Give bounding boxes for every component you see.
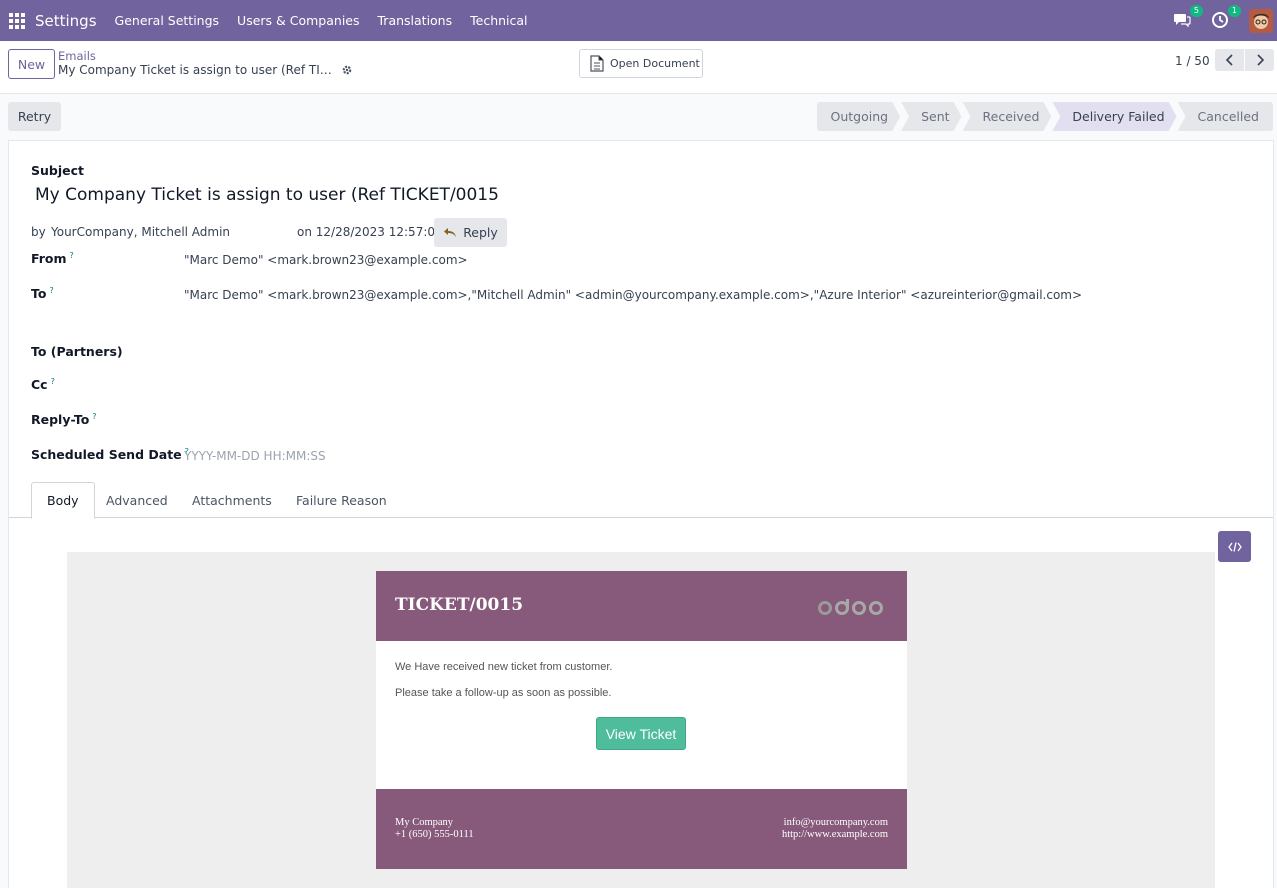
code-icon: [1227, 541, 1242, 552]
chevron-left-icon: [1225, 54, 1233, 66]
retry-button[interactable]: Retry: [8, 102, 61, 131]
new-button[interactable]: New: [8, 49, 55, 79]
form-sheet: Subject My Company Ticket is assign to u…: [8, 140, 1274, 888]
reply-to-label: Reply-To?: [31, 412, 97, 427]
menu-translations[interactable]: Translations: [378, 13, 453, 28]
view-ticket-button[interactable]: View Ticket: [596, 717, 686, 750]
stage-outgoing[interactable]: Outgoing: [817, 102, 901, 131]
open-document-label: Open Document: [610, 57, 700, 70]
pager-previous-button[interactable]: [1215, 49, 1244, 71]
scheduled-send-date-input[interactable]: YYYY-MM-DD HH:MM:SS: [184, 449, 326, 463]
email-company-email[interactable]: info@yourcompany.com: [782, 817, 888, 829]
breadcrumb-current-record: My Company Ticket is assign to user (Ref…: [58, 63, 338, 77]
user-avatar[interactable]: [1249, 8, 1273, 33]
gear-icon[interactable]: [341, 64, 353, 76]
reply-to-label-text: Reply-To: [31, 412, 90, 428]
scheduled-send-date-label: Scheduled Send Date?: [31, 447, 189, 462]
stage-received[interactable]: Received: [963, 102, 1052, 131]
author-field[interactable]: YourCompany, Mitchell Admin: [51, 225, 230, 239]
notebook-tabs: Body Advanced Attachments Failure Reason: [9, 482, 1273, 519]
email-line-2: Please take a follow-up as soon as possi…: [395, 687, 612, 699]
email-body-preview: TICKET/0015 We Have received new ticket …: [67, 552, 1215, 888]
breadcrumb-emails[interactable]: Emails: [58, 49, 96, 63]
pager-value[interactable]: 1 / 50: [1175, 54, 1210, 68]
cc-label: Cc?: [31, 377, 55, 392]
tab-attachments[interactable]: Attachments: [177, 482, 287, 518]
status-bar: Retry Outgoing Sent Received Delivery Fa…: [0, 94, 1277, 140]
messages-icon[interactable]: 5: [1173, 4, 1203, 31]
from-label: From?: [31, 251, 74, 266]
reply-icon: [444, 228, 457, 237]
scheduled-label-text: Scheduled Send Date: [31, 447, 182, 463]
tab-advanced[interactable]: Advanced: [91, 482, 183, 518]
activities-badge: 1: [1227, 4, 1241, 17]
stage-cancelled[interactable]: Cancelled: [1177, 102, 1273, 131]
stage-delivery-failed[interactable]: Delivery Failed: [1052, 102, 1176, 131]
menu-users-companies[interactable]: Users & Companies: [237, 13, 359, 28]
reply-to-help-icon[interactable]: ?: [92, 412, 96, 421]
reply-button[interactable]: Reply: [434, 218, 507, 247]
subject-field[interactable]: My Company Ticket is assign to user (Ref…: [35, 185, 499, 205]
tab-body[interactable]: Body: [31, 482, 95, 519]
email-line-1: We Have received new ticket from custome…: [395, 661, 613, 673]
app-brand[interactable]: Settings: [35, 12, 97, 30]
cc-help-icon[interactable]: ?: [51, 377, 55, 386]
apps-menu-icon[interactable]: [9, 12, 25, 29]
to-label-text: To: [31, 286, 47, 302]
to-label: To?: [31, 286, 54, 301]
tab-failure-reason[interactable]: Failure Reason: [281, 482, 402, 518]
messages-badge: 5: [1189, 4, 1203, 17]
email-header: TICKET/0015: [376, 571, 907, 641]
control-panel: New Emails My Company Ticket is assign t…: [0, 41, 1277, 94]
menu-general-settings[interactable]: General Settings: [115, 13, 220, 28]
top-navbar: Settings General Settings Users & Compan…: [0, 0, 1277, 41]
email-ticket-title: TICKET/0015: [395, 595, 524, 615]
date-field: on 12/28/2023 12:57:06: [297, 225, 443, 239]
email-company-phone: +1 (650) 555-0111: [395, 829, 474, 840]
to-field[interactable]: "Marc Demo" <mark.brown23@example.com>,"…: [184, 288, 1082, 302]
from-help-icon[interactable]: ?: [70, 251, 74, 260]
email-company-website[interactable]: http://www.example.com: [782, 829, 888, 841]
subject-label: Subject: [31, 163, 84, 178]
activities-clock-icon[interactable]: 1: [1211, 4, 1241, 31]
to-partners-label: To (Partners): [31, 344, 123, 359]
email-footer: My Company +1 (650) 555-0111 info@yourco…: [376, 789, 907, 869]
stage-sent[interactable]: Sent: [901, 102, 961, 131]
code-view-button[interactable]: [1218, 531, 1251, 562]
email-card: TICKET/0015 We Have received new ticket …: [376, 571, 907, 869]
menu-technical[interactable]: Technical: [470, 13, 527, 28]
open-document-button[interactable]: Open Document: [579, 49, 703, 78]
from-field[interactable]: "Marc Demo" <mark.brown23@example.com>: [184, 253, 468, 267]
chevron-right-icon: [1256, 54, 1264, 66]
by-prefix: by: [31, 225, 46, 239]
reply-label: Reply: [463, 225, 498, 240]
pager-next-button[interactable]: [1245, 49, 1274, 71]
odoo-logo: [817, 597, 885, 617]
status-stages: Outgoing Sent Received Delivery Failed C…: [816, 102, 1273, 131]
from-label-text: From: [31, 251, 67, 267]
cc-label-text: Cc: [31, 377, 48, 393]
email-company-name: My Company: [395, 817, 454, 828]
to-help-icon[interactable]: ?: [49, 286, 53, 295]
document-icon: [590, 55, 604, 72]
